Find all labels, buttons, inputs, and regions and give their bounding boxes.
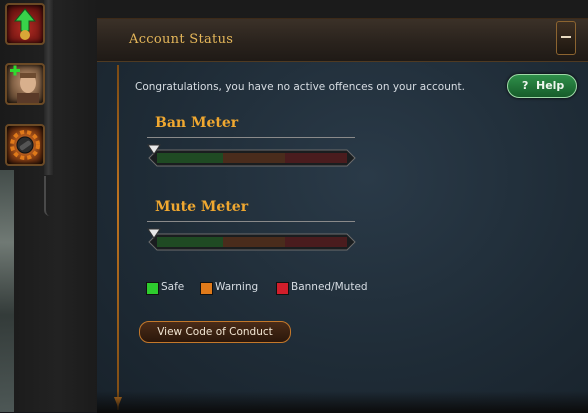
- rail-bar: [44, 0, 53, 175]
- collapse-button[interactable]: [556, 21, 576, 55]
- ignore-cog-icon: [10, 130, 40, 160]
- mute-meter-rule: [147, 221, 355, 222]
- question-mark-icon: ?: [522, 79, 529, 92]
- divider-line: [117, 65, 119, 410]
- banned-swatch: [276, 282, 289, 295]
- legend-label: Warning: [215, 281, 259, 293]
- ban-meter-pointer: [147, 144, 161, 155]
- status-message: Congratulations, you have no active offe…: [135, 81, 465, 93]
- account-status-panel: Account Status Congratulations, you have…: [97, 18, 588, 413]
- panel-header: Account Status: [97, 19, 588, 62]
- green-arrow-up-icon: [13, 8, 37, 40]
- panel-title: Account Status: [129, 32, 234, 47]
- mute-meter-pointer: [147, 228, 161, 239]
- ban-meter-title: Ban Meter: [155, 115, 239, 131]
- view-code-of-conduct-button[interactable]: View Code of Conduct: [139, 321, 291, 343]
- panel-bottom-fade: [97, 391, 588, 413]
- ban-meter: [147, 144, 357, 169]
- add-friend-plus-icon: [10, 65, 39, 103]
- warning-swatch: [200, 282, 213, 295]
- legend-label: Safe: [161, 281, 185, 293]
- legend-label: Banned/Muted: [291, 281, 368, 293]
- help-button[interactable]: ? Help: [507, 74, 577, 98]
- help-label: Help: [536, 79, 565, 92]
- mute-meter-bar: [148, 233, 356, 251]
- ban-meter-bar: [148, 149, 356, 167]
- upgrade-button[interactable]: [5, 3, 45, 45]
- rail-ornament: [44, 176, 56, 216]
- ban-meter-rule: [147, 137, 355, 138]
- background-scenery: [0, 170, 14, 412]
- safe-swatch: [146, 282, 159, 295]
- panel-top-border: [97, 0, 588, 18]
- mute-meter: [147, 228, 357, 253]
- mute-meter-title: Mute Meter: [155, 199, 249, 215]
- left-rail: [0, 0, 97, 412]
- ignore-button[interactable]: [5, 124, 45, 166]
- add-friend-button[interactable]: [5, 63, 45, 105]
